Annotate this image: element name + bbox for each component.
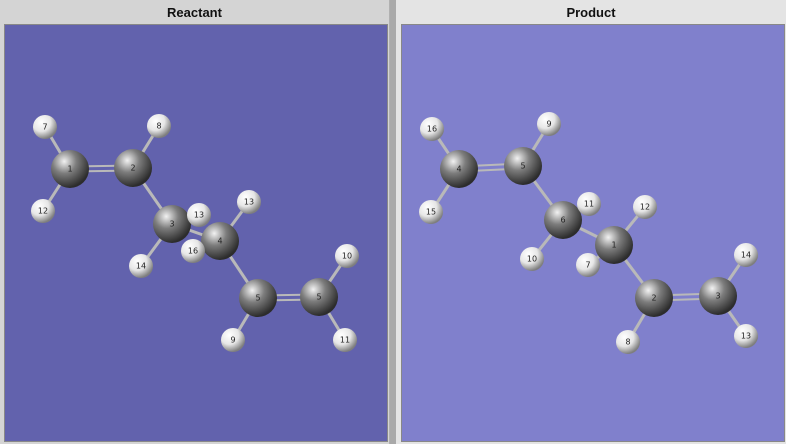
atom-label: 2 (130, 164, 135, 173)
hydrogen-atom[interactable]: 9 (221, 328, 245, 352)
atom-label: 1 (611, 241, 616, 250)
atom-label: 3 (169, 220, 174, 229)
reactant-molecule[interactable]: 1 2345 57 812 13131416109 11 (5, 25, 387, 441)
atom-label: 13 (741, 332, 751, 341)
atom-label: 5 (255, 294, 260, 303)
hydrogen-atom[interactable]: 15 (419, 200, 443, 224)
hydrogen-atom[interactable]: 12 (31, 199, 55, 223)
product-viewport[interactable]: 4 5 6 1 2 3 16 9 15 11 12 10 7 14 8 13 (401, 24, 785, 442)
hydrogen-atom[interactable]: 13 (237, 190, 261, 214)
atom-label: 14 (741, 251, 751, 260)
atom-label: 16 (427, 125, 437, 134)
atom-label: 6 (560, 216, 565, 225)
carbon-atom[interactable]: 5 (239, 279, 277, 317)
hydrogen-atom[interactable]: 7 (576, 253, 600, 277)
hydrogen-atom[interactable]: 9 (537, 112, 561, 136)
reactant-viewport[interactable]: 1 2 3 4 5 5 7 8 12 13 13 14 16 10 9 11 (4, 24, 388, 442)
hydrogen-atom[interactable]: 8 (616, 330, 640, 354)
carbon-atom[interactable]: 2 (114, 149, 152, 187)
hydrogen-atom[interactable]: 10 (520, 247, 544, 271)
atom-label: 5 (316, 293, 321, 302)
hydrogen-atom[interactable]: 13 (187, 203, 211, 227)
atom-label: 3 (715, 292, 720, 301)
carbon-atom[interactable]: 1 (595, 226, 633, 264)
hydrogen-atom[interactable]: 16 (420, 117, 444, 141)
product-molecule[interactable]: 4 5612 31691511 1210714813 (402, 25, 784, 441)
hydrogen-atom[interactable]: 10 (335, 244, 359, 268)
hydrogen-atom[interactable]: 11 (577, 192, 601, 216)
product-panel: Product 4 5 6 1 2 3 16 9 15 11 12 10 7 14 8 13 (396, 0, 786, 444)
atom-label: 13 (244, 198, 254, 207)
hydrogen-atom[interactable]: 14 (734, 243, 758, 267)
carbon-atom[interactable]: 2 (635, 279, 673, 317)
atom-label: 1 (67, 165, 72, 174)
reactant-title: Reactant (167, 5, 222, 20)
atom-label: 16 (188, 247, 198, 256)
hydrogen-atom[interactable]: 11 (333, 328, 357, 352)
hydrogen-atom[interactable]: 14 (129, 254, 153, 278)
carbon-atom[interactable]: 3 (153, 205, 191, 243)
atom-label: 12 (640, 203, 650, 212)
atom-label: 12 (38, 207, 48, 216)
atom-label: 5 (520, 162, 525, 171)
atom-label: 10 (342, 252, 352, 261)
carbon-atom[interactable]: 3 (699, 277, 737, 315)
atom-label: 11 (340, 336, 350, 345)
carbon-atom[interactable]: 5 (300, 278, 338, 316)
atom-label: 8 (156, 122, 161, 131)
atom-label: 2 (651, 294, 656, 303)
atom-label: 9 (546, 120, 551, 129)
carbon-atom[interactable]: 1 (51, 150, 89, 188)
atom-label: 13 (194, 211, 204, 220)
carbon-atom[interactable]: 4 (440, 150, 478, 188)
atom-label: 4 (456, 165, 461, 174)
atom-label: 8 (625, 338, 630, 347)
reactant-panel: Reactant 1 2 3 4 5 5 7 8 12 13 13 14 16 10 9 11 (0, 0, 390, 444)
atom-label: 9 (230, 336, 235, 345)
carbon-atom[interactable]: 6 (544, 201, 582, 239)
atom-label: 7 (42, 123, 47, 132)
atom-label: 4 (217, 237, 222, 246)
carbon-atom[interactable]: 5 (504, 147, 542, 185)
atom-label: 7 (585, 261, 590, 270)
atom-label: 15 (426, 208, 436, 217)
atom-label: 14 (136, 262, 146, 271)
hydrogen-atom[interactable]: 16 (181, 239, 205, 263)
hydrogen-atom[interactable]: 12 (633, 195, 657, 219)
product-title: Product (566, 5, 616, 20)
hydrogen-atom[interactable]: 8 (147, 114, 171, 138)
hydrogen-atom[interactable]: 13 (734, 324, 758, 348)
atom-label: 10 (527, 255, 537, 264)
carbon-atom[interactable]: 4 (201, 222, 239, 260)
atom-label: 11 (584, 200, 594, 209)
hydrogen-atom[interactable]: 7 (33, 115, 57, 139)
